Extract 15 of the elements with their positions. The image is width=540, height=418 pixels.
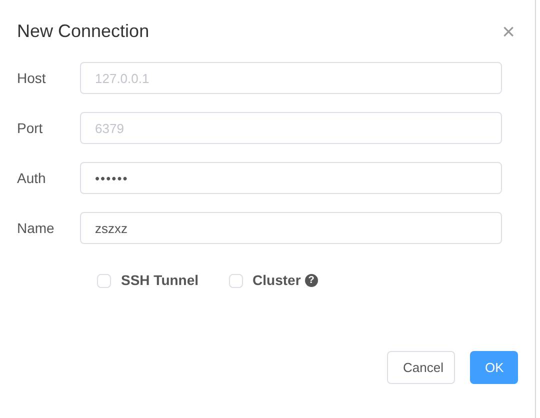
input-field[interactable]: zszxz bbox=[80, 212, 502, 244]
field-label: Port bbox=[16, 118, 44, 138]
checkbox[interactable] bbox=[97, 274, 111, 288]
checkbox[interactable] bbox=[228, 274, 243, 288]
field-label: Host bbox=[16, 68, 47, 88]
checkbox-label: Cluster bbox=[252, 271, 301, 290]
help-icon[interactable]: ? bbox=[304, 274, 318, 287]
cancel-button[interactable]: Cancel bbox=[387, 351, 455, 384]
field-label: Name bbox=[16, 218, 56, 238]
dialog-title: New Connection bbox=[17, 20, 150, 43]
checkbox-label: SSH Tunnel bbox=[121, 271, 199, 290]
input-field[interactable]: •••••• bbox=[80, 162, 502, 194]
input-field[interactable]: 6379 bbox=[80, 112, 502, 144]
input-field[interactable]: 127.0.0.1 bbox=[80, 62, 502, 94]
field-label: Auth bbox=[16, 168, 47, 188]
